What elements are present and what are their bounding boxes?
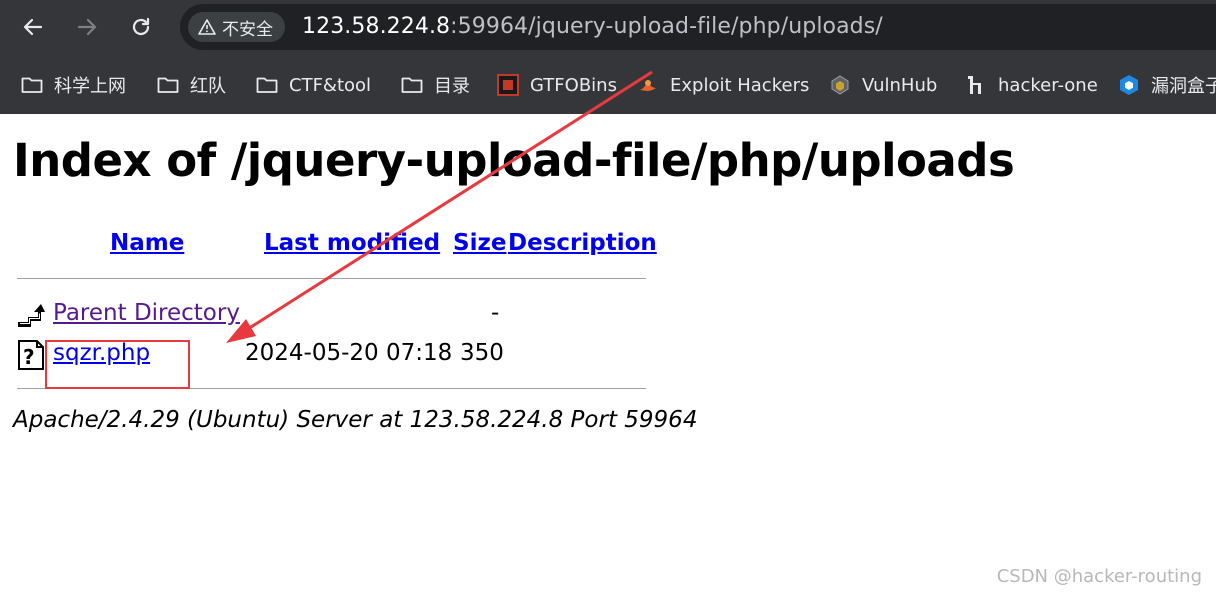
back-button[interactable] <box>16 10 50 44</box>
bookmark-ctf-tool[interactable]: CTF&tool <box>255 72 371 98</box>
bookmark-label: 目录 <box>434 76 470 97</box>
hackerone-icon <box>964 73 988 97</box>
directory-listing-page: Index of /jquery-upload-file/php/uploads… <box>0 114 1216 595</box>
bookmark-gtfobins[interactable]: GTFOBins <box>496 72 617 98</box>
security-chip[interactable]: 不安全 <box>188 12 285 42</box>
bookmark-vulbox[interactable]: 漏洞盒子 <box>1117 72 1216 98</box>
bookmark-vulnhub[interactable]: VulnHub <box>828 72 937 98</box>
folder-icon <box>20 73 44 97</box>
bookmark-label: CTF&tool <box>289 74 372 96</box>
parent-directory-icon <box>18 304 45 327</box>
svg-text:?: ? <box>23 345 35 369</box>
reload-icon <box>132 17 150 36</box>
bookmark-label: hacker-one <box>998 74 1098 96</box>
gtfobins-icon <box>496 73 520 97</box>
column-header-name[interactable]: Name <box>110 230 184 256</box>
bookmark-label: 漏洞盒子 <box>1151 76 1216 97</box>
reload-button[interactable] <box>124 10 158 44</box>
bookmark-kexue[interactable]: 科学上网 <box>20 72 126 98</box>
annotation-highlight-box <box>45 340 190 389</box>
forward-arrow-icon <box>77 18 97 36</box>
column-header-size[interactable]: Size <box>453 230 506 256</box>
browser-chrome: 不安全 123.58.224.8:59964/jquery-upload-fil… <box>0 0 1216 114</box>
unknown-file-icon: ? <box>18 340 44 370</box>
page-title: Index of /jquery-upload-file/php/uploads <box>13 134 1015 187</box>
folder-icon <box>156 73 180 97</box>
vulnhub-icon <box>828 73 852 97</box>
bookmark-label: 红队 <box>190 76 226 97</box>
header-divider <box>17 278 646 279</box>
bookmark-exploit-hackers[interactable]: Exploit Hackers <box>636 72 809 98</box>
bookmark-label: 科学上网 <box>54 76 126 97</box>
column-header-last-modified[interactable]: Last modified <box>264 230 440 256</box>
parent-directory-link[interactable]: Parent Directory <box>53 300 240 326</box>
folder-icon <box>255 73 279 97</box>
browser-toolbar: 不安全 123.58.224.8:59964/jquery-upload-fil… <box>0 0 1216 56</box>
exploit-hackers-icon <box>636 73 660 97</box>
bookmarks-bar: 科学上网 红队 CTF&tool 目录 GTFOBins Exploit Hac… <box>0 60 1216 110</box>
file-size: 350 <box>460 340 504 366</box>
url-text[interactable]: 123.58.224.8:59964/jquery-upload-file/ph… <box>302 14 883 39</box>
bookmark-mulu[interactable]: 目录 <box>400 72 470 98</box>
file-last-modified: 2024-05-20 07:18 <box>245 340 453 366</box>
security-label: 不安全 <box>222 19 273 40</box>
bookmark-label: GTFOBins <box>530 74 617 96</box>
bookmark-label: Exploit Hackers <box>670 74 810 96</box>
address-bar[interactable]: 不安全 123.58.224.8:59964/jquery-upload-fil… <box>180 4 1216 50</box>
server-signature: Apache/2.4.29 (Ubuntu) Server at 123.58.… <box>13 407 698 433</box>
parent-directory-size: - <box>491 300 500 326</box>
back-arrow-icon <box>23 18 43 36</box>
folder-icon <box>400 73 424 97</box>
url-host: 123.58.224.8 <box>302 14 451 39</box>
bookmark-hacker-one[interactable]: hacker-one <box>964 72 1098 98</box>
bookmark-label: VulnHub <box>862 74 938 96</box>
forward-button[interactable] <box>70 10 104 44</box>
warning-triangle-icon <box>198 19 216 35</box>
url-path: :59964/jquery-upload-file/php/uploads/ <box>450 14 883 39</box>
vulbox-icon <box>1117 73 1141 97</box>
bookmark-hongdui[interactable]: 红队 <box>156 72 226 98</box>
csdn-watermark: CSDN @hacker-routing <box>996 566 1202 587</box>
column-header-description[interactable]: Description <box>508 230 657 256</box>
